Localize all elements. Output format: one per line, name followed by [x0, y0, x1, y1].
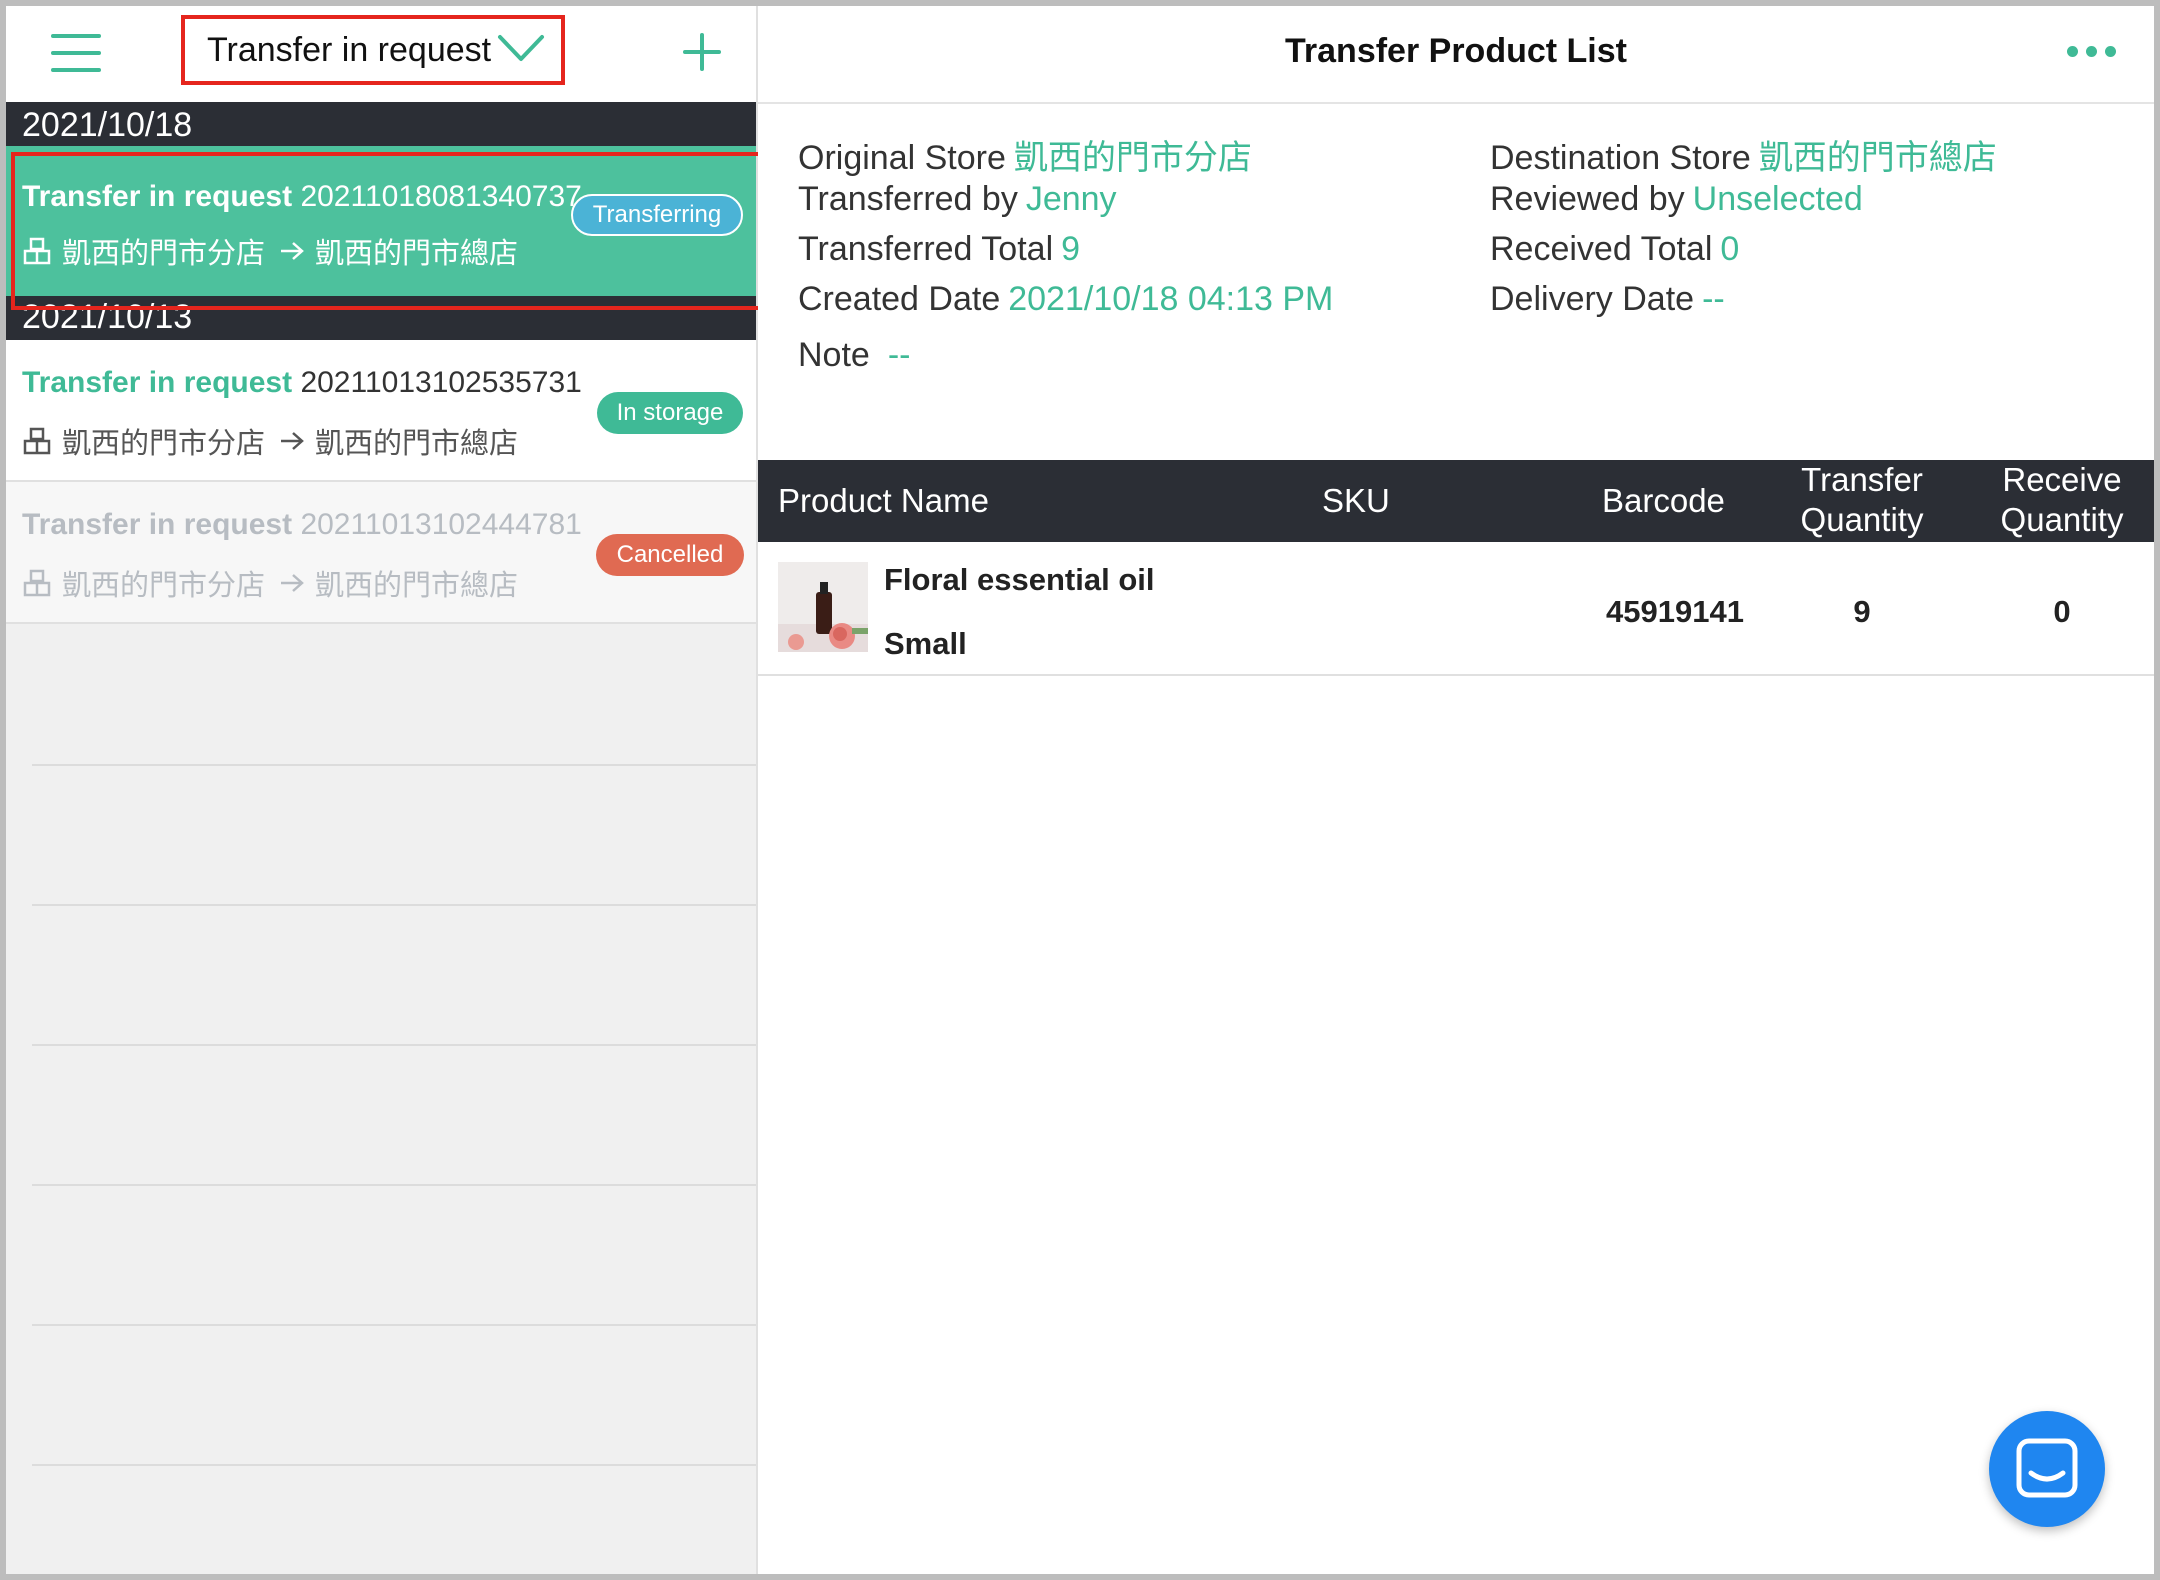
transfer-type-dropdown[interactable]: Transfer in request	[181, 15, 565, 85]
field-value[interactable]: --	[888, 336, 911, 374]
product-table-header: Product Name SKU Barcode Transfer Quanti…	[758, 460, 2154, 542]
empty-row-divider	[32, 904, 756, 906]
list-item-title: Transfer in request 20211013102535731	[22, 366, 582, 400]
field-value: 0	[1720, 230, 1739, 268]
chevron-down-icon	[497, 33, 545, 63]
field-label: Original Store	[798, 139, 1006, 177]
store-icon	[22, 426, 52, 456]
product-variant: Small	[884, 626, 967, 662]
list-item[interactable]: Transfer in request 20211013102535731 凱西…	[6, 340, 756, 482]
date-group-label: 2021/10/18	[22, 106, 192, 145]
status-badge: Transferring	[571, 194, 743, 236]
field-value: 9	[1061, 230, 1080, 268]
from-store: 凱西的門市分店	[62, 420, 265, 462]
list-item[interactable]: Transfer in request 20211013102444781 凱西…	[6, 482, 756, 624]
store-route: 凱西的門市分店 凱西的門市總店	[22, 420, 518, 462]
empty-row-divider	[32, 1044, 756, 1046]
created-date-field: Created Date2021/10/18 04:13 PM	[798, 280, 1333, 319]
field-label: Delivery Date	[1490, 280, 1694, 318]
arrow-right-icon	[279, 240, 305, 262]
table-row[interactable]: Floral essential oil Small 45919141 9 0	[758, 542, 2154, 676]
empty-row-divider	[32, 1324, 756, 1326]
column-barcode: Barcode	[1602, 481, 1725, 521]
status-badge: Cancelled	[596, 534, 744, 576]
store-route: 凱西的門市分店 凱西的門市總店	[22, 230, 518, 272]
field-label: Transferred by	[798, 180, 1018, 218]
product-name: Floral essential oil	[884, 562, 1154, 598]
column-label-line: Transfer	[1782, 460, 1942, 500]
to-store: 凱西的門市總店	[315, 562, 518, 604]
field-label: Transferred Total	[798, 230, 1053, 268]
transfer-id: 20211013102444781	[300, 508, 581, 541]
barcode-cell: 45919141	[1590, 594, 1760, 630]
field-label: Destination Store	[1490, 139, 1751, 177]
destination-store-field: Destination Store凱西的門市總店	[1490, 130, 1997, 179]
receive-quantity-cell: 0	[1982, 594, 2142, 630]
from-store: 凱西的門市分店	[62, 230, 265, 272]
original-store-field: Original Store凱西的門市分店	[798, 130, 1252, 179]
empty-row-divider	[32, 1464, 756, 1466]
list-item-title: Transfer in request 20211013102444781	[22, 508, 582, 542]
received-total-field: Received Total0	[1490, 230, 1739, 269]
menu-icon[interactable]	[51, 34, 103, 74]
transfer-id: 20211013102535731	[300, 366, 581, 399]
reviewed-by-field: Reviewed byUnselected	[1490, 180, 1863, 219]
list-toolbar: Transfer in request	[6, 6, 756, 103]
store-icon	[22, 568, 52, 598]
column-transfer-quantity: Transfer Quantity	[1782, 460, 1942, 540]
transfer-id: 20211018081340737	[300, 180, 581, 213]
transfer-list-pane: Transfer in request 2021/10/18 Transfer …	[6, 6, 758, 1574]
empty-row-divider	[32, 764, 756, 766]
column-receive-quantity: Receive Quantity	[1982, 460, 2142, 540]
status-badge: In storage	[597, 392, 743, 434]
transfer-type: Transfer in request	[22, 180, 292, 213]
column-sku: SKU	[1322, 481, 1390, 521]
more-icon[interactable]	[2067, 46, 2116, 57]
date-group-header: 2021/10/13	[6, 296, 756, 340]
column-label-line: Quantity	[1982, 500, 2142, 540]
arrow-right-icon	[279, 430, 305, 452]
transfer-quantity-cell: 9	[1782, 594, 1942, 630]
date-group-header: 2021/10/18	[6, 102, 756, 146]
note-field: Note --	[798, 336, 910, 375]
transferred-by-field: Transferred byJenny	[798, 180, 1117, 219]
field-label: Reviewed by	[1490, 180, 1685, 218]
field-label: Note	[798, 336, 870, 374]
list-item[interactable]: Transfer in request 20211018081340737 凱西…	[6, 146, 756, 296]
chat-button[interactable]	[1989, 1411, 2105, 1527]
store-icon	[22, 236, 52, 266]
detail-toolbar: Transfer Product List	[758, 6, 2154, 104]
transfer-type: Transfer in request	[22, 508, 292, 541]
field-value: 2021/10/18 04:13 PM	[1008, 280, 1333, 318]
empty-row-divider	[32, 1184, 756, 1186]
page-title: Transfer Product List	[758, 32, 2154, 71]
date-group-label: 2021/10/13	[22, 298, 192, 337]
transferred-total-field: Transferred Total9	[798, 230, 1080, 269]
chat-icon	[1989, 1411, 2105, 1527]
plus-icon[interactable]	[682, 32, 722, 72]
delivery-date-field: Delivery Date--	[1490, 280, 1725, 319]
column-product-name: Product Name	[778, 481, 989, 521]
field-value[interactable]: --	[1702, 280, 1725, 318]
app-window: Transfer in request 2021/10/18 Transfer …	[6, 6, 2154, 1574]
field-value[interactable]: Unselected	[1693, 180, 1863, 218]
transfer-type: Transfer in request	[22, 366, 292, 399]
field-label: Received Total	[1490, 230, 1712, 268]
product-thumbnail	[778, 562, 868, 652]
arrow-right-icon	[279, 572, 305, 594]
field-value[interactable]: Jenny	[1026, 180, 1117, 218]
store-route: 凱西的門市分店 凱西的門市總店	[22, 562, 518, 604]
column-label-line: Quantity	[1782, 500, 1942, 540]
to-store: 凱西的門市總店	[315, 230, 518, 272]
transfer-detail-pane: Transfer Product List Original Store凱西的門…	[758, 6, 2154, 1574]
transfer-type-label: Transfer in request	[207, 31, 491, 70]
to-store: 凱西的門市總店	[315, 420, 518, 462]
from-store: 凱西的門市分店	[62, 562, 265, 604]
field-label: Created Date	[798, 280, 1000, 318]
list-item-title: Transfer in request 20211018081340737	[22, 180, 582, 214]
column-label-line: Receive	[1982, 460, 2142, 500]
field-value: 凱西的門市總店	[1759, 139, 1997, 177]
field-value: 凱西的門市分店	[1014, 139, 1252, 177]
